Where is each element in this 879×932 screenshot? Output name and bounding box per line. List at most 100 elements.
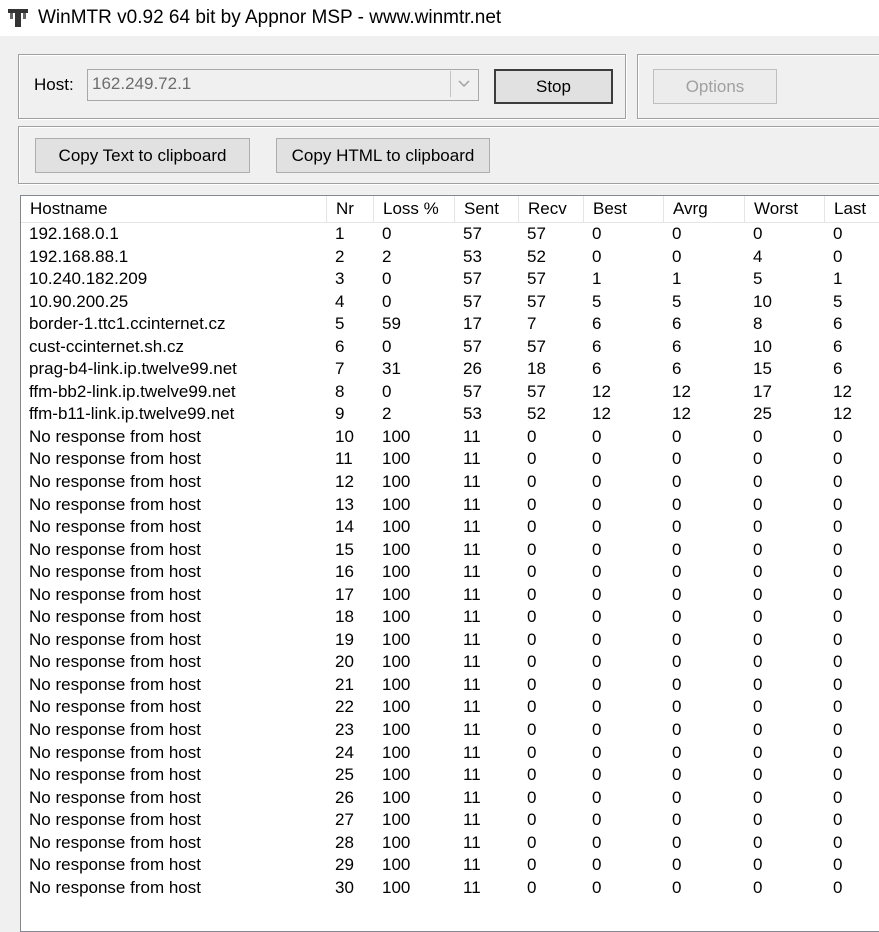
table-row[interactable]: No response from host 21 100 11 0 0 0 0 0 [21, 674, 879, 697]
table-row[interactable]: No response from host 19 100 11 0 0 0 0 0 [21, 629, 879, 652]
table-row[interactable]: cust-ccinternet.sh.cz 6 0 57 57 6 6 10 6 [21, 336, 879, 359]
table-row[interactable]: No response from host 13 100 11 0 0 0 0 0 [21, 494, 879, 517]
table-row[interactable]: No response from host 28 100 11 0 0 0 0 0 [21, 832, 879, 855]
table-row[interactable]: No response from host 30 100 11 0 0 0 0 0 [21, 877, 879, 900]
table-cell: 0 [592, 720, 602, 740]
table-cell: 0 [753, 426, 763, 446]
table-cell: 0 [527, 562, 537, 582]
winmtr-app-icon[interactable] [4, 4, 32, 32]
column-header[interactable]: Sent [455, 196, 519, 222]
table-cell: 2 [382, 404, 392, 424]
table-cell: 11 [463, 697, 481, 717]
table-cell: 0 [527, 517, 537, 537]
table-cell: No response from host [29, 652, 201, 672]
table-row[interactable]: No response from host 24 100 11 0 0 0 0 0 [21, 742, 879, 765]
column-header[interactable]: Nr [327, 196, 374, 222]
table-row[interactable]: No response from host 12 100 11 0 0 0 0 0 [21, 471, 879, 494]
copy-html-button[interactable]: Copy HTML to clipboard [276, 138, 490, 173]
table-row[interactable]: No response from host 23 100 11 0 0 0 0 0 [21, 719, 879, 742]
host-combobox[interactable]: 162.249.72.1 [87, 69, 479, 101]
table-row[interactable]: No response from host 20 100 11 0 0 0 0 0 [21, 651, 879, 674]
table-cell: 0 [753, 765, 763, 785]
table-cell: 0 [833, 674, 843, 694]
table-cell: 0 [672, 494, 682, 514]
table-cell: 21 [335, 674, 354, 694]
table-cell: 52 [527, 404, 546, 424]
table-cell: 11 [463, 472, 481, 492]
table-cell: No response from host [29, 742, 201, 762]
table-cell: 0 [833, 877, 843, 897]
table-row[interactable]: 10.240.182.209 3 0 57 57 1 1 5 1 [21, 268, 879, 291]
table-row[interactable]: No response from host 11 100 11 0 0 0 0 0 [21, 448, 879, 471]
table-cell: 100 [382, 426, 411, 446]
column-header[interactable]: Best [584, 196, 664, 222]
table-cell: 10 [753, 291, 772, 311]
table-cell: 52 [527, 246, 546, 266]
table-cell: 18 [335, 607, 354, 627]
table-cell: 0 [672, 517, 682, 537]
table-cell: 0 [592, 607, 602, 627]
column-header[interactable]: Last [825, 196, 879, 222]
table-cell: 53 [463, 404, 482, 424]
table-row[interactable]: 10.90.200.25 4 0 57 57 5 5 10 5 [21, 291, 879, 314]
table-row[interactable]: 192.168.88.1 2 2 53 52 0 0 4 0 [21, 246, 879, 269]
table-cell: 100 [382, 494, 411, 514]
table-cell: 100 [382, 539, 411, 559]
table-row[interactable]: No response from host 27 100 11 0 0 0 0 0 [21, 809, 879, 832]
table-row[interactable]: No response from host 29 100 11 0 0 0 0 0 [21, 854, 879, 877]
copy-text-button[interactable]: Copy Text to clipboard [35, 138, 250, 173]
table-row[interactable]: No response from host 22 100 11 0 0 0 0 0 [21, 696, 879, 719]
table-cell: 57 [463, 269, 482, 289]
column-header[interactable]: Loss % [374, 196, 455, 222]
table-row[interactable]: No response from host 18 100 11 0 0 0 0 0 [21, 606, 879, 629]
table-cell: 5 [672, 291, 682, 311]
table-cell: 0 [672, 449, 682, 469]
table-cell: 100 [382, 517, 411, 537]
table-row[interactable]: No response from host 25 100 11 0 0 0 0 0 [21, 764, 879, 787]
table-cell: 100 [382, 787, 411, 807]
table-cell: 100 [382, 629, 411, 649]
table-row[interactable]: No response from host 10 100 11 0 0 0 0 0 [21, 426, 879, 449]
combobox-dropdown-button[interactable] [450, 71, 477, 97]
table-cell: ffm-bb2-link.ip.twelve99.net [29, 381, 236, 401]
table-row[interactable]: No response from host 16 100 11 0 0 0 0 0 [21, 561, 879, 584]
table-cell: 26 [463, 359, 482, 379]
table-cell: 1 [335, 224, 345, 243]
options-button[interactable]: Options [653, 69, 777, 104]
table-row[interactable]: border-1.ttc1.ccinternet.cz 5 59 17 7 6 6 8 6 [21, 313, 879, 336]
trace-results-table[interactable]: Hostname Nr Loss % Sent Recv Best Avrg Worst Las… [20, 195, 879, 932]
table-cell: 6 [592, 359, 602, 379]
table-cell: 0 [753, 674, 763, 694]
table-cell: 6 [833, 336, 843, 356]
table-row[interactable]: prag-b4-link.ip.twelve99.net 7 31 26 18 6 6 15 6 [21, 358, 879, 381]
table-cell: 11 [335, 449, 353, 469]
table-cell: border-1.ttc1.ccinternet.cz [29, 314, 226, 334]
table-row[interactable]: No response from host 26 100 11 0 0 0 0 0 [21, 787, 879, 810]
table-row[interactable]: No response from host 17 100 11 0 0 0 0 0 [21, 584, 879, 607]
column-header[interactable]: Avrg [664, 196, 745, 222]
table-row[interactable]: ffm-b11-link.ip.twelve99.net 9 2 53 52 12 12 25… [21, 403, 879, 426]
table-row[interactable]: No response from host 15 100 11 0 0 0 0 0 [21, 539, 879, 562]
table-cell: 0 [833, 472, 843, 492]
stop-button[interactable]: Stop [494, 69, 613, 104]
table-row[interactable]: 192.168.0.1 1 0 57 57 0 0 0 0 [21, 223, 879, 246]
table-cell: 57 [463, 381, 482, 401]
column-header[interactable]: Hostname [21, 196, 327, 222]
table-cell: 15 [335, 539, 354, 559]
table-cell: 0 [382, 269, 392, 289]
table-cell: 11 [463, 539, 481, 559]
table-cell: 0 [672, 765, 682, 785]
table-cell: 0 [382, 224, 392, 243]
table-cell: 57 [527, 381, 546, 401]
table-cell: 6 [672, 336, 682, 356]
column-header[interactable]: Worst [745, 196, 825, 222]
table-row[interactable]: No response from host 14 100 11 0 0 0 0 0 [21, 516, 879, 539]
table-row[interactable]: ffm-bb2-link.ip.twelve99.net 8 0 57 57 12 12 17… [21, 381, 879, 404]
copy-group: Copy Text to clipboard Copy HTML to clip… [18, 126, 879, 184]
table-cell: 0 [527, 877, 537, 897]
table-cell: 57 [463, 224, 482, 243]
table-cell: 10.240.182.209 [29, 269, 148, 289]
column-header[interactable]: Recv [519, 196, 584, 222]
table-cell: 0 [753, 517, 763, 537]
table-cell: 17 [753, 381, 772, 401]
